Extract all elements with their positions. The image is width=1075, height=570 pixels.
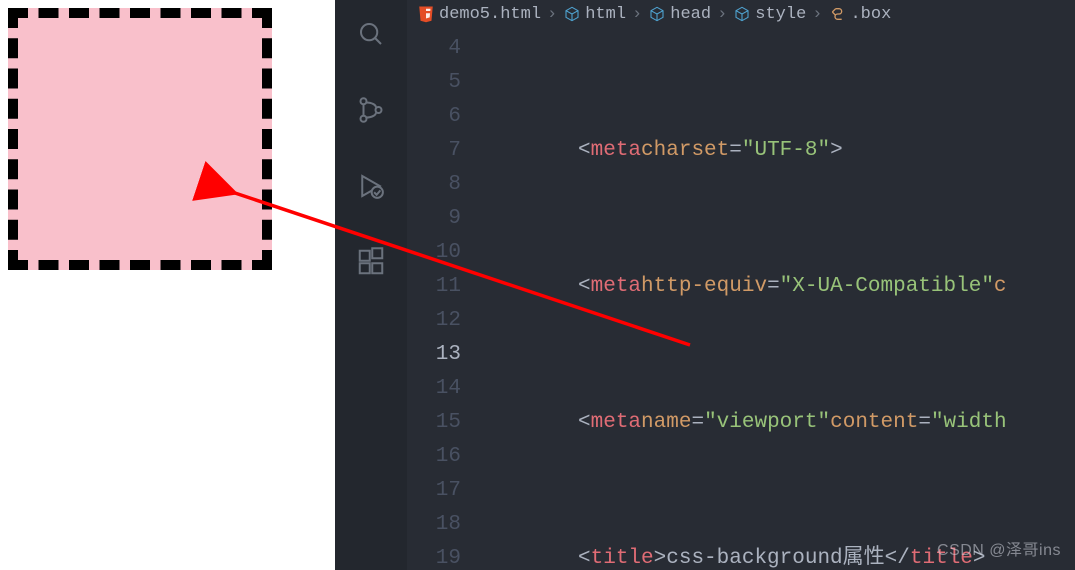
chevron-right-icon: ›: [717, 5, 727, 24]
breadcrumb-item[interactable]: .box: [850, 5, 891, 24]
line-number: 6: [407, 100, 461, 134]
line-number: 15: [407, 406, 461, 440]
line-number: 5: [407, 66, 461, 100]
line-number: 4: [407, 32, 461, 66]
code-editor[interactable]: demo5.html › html › head › style › .box …: [407, 0, 1075, 570]
debug-icon[interactable]: [355, 170, 387, 202]
chevron-right-icon: ›: [547, 5, 557, 24]
line-number-gutter: 4 5 6 7 8 9 10 11 12 13 14 15 16 17 18 1…: [407, 28, 483, 570]
line-number: 19: [407, 542, 461, 570]
rendered-box: [8, 8, 272, 270]
line-number: 17: [407, 474, 461, 508]
extensions-icon[interactable]: [355, 246, 387, 278]
source-control-icon[interactable]: [355, 94, 387, 126]
line-number: 8: [407, 168, 461, 202]
line-number: 18: [407, 508, 461, 542]
line-number: 10: [407, 236, 461, 270]
code-line[interactable]: <meta name="viewport" content="width: [483, 406, 1075, 440]
chevron-right-icon: ›: [632, 5, 642, 24]
activity-bar: [335, 0, 407, 570]
line-number: 7: [407, 134, 461, 168]
line-number: 11: [407, 270, 461, 304]
breadcrumb-file[interactable]: demo5.html: [439, 5, 541, 24]
line-number: 16: [407, 440, 461, 474]
line-number: 9: [407, 202, 461, 236]
chevron-right-icon: ›: [812, 5, 822, 24]
breadcrumb-item[interactable]: style: [755, 5, 806, 24]
search-icon[interactable]: [355, 18, 387, 50]
code-line[interactable]: <meta http-equiv="X-UA-Compatible" c: [483, 270, 1075, 304]
cube-icon: [648, 5, 666, 23]
html5-icon: [417, 5, 435, 23]
watermark-text: CSDN @泽哥ins: [937, 536, 1061, 560]
selector-icon: [828, 5, 846, 23]
cube-icon: [563, 5, 581, 23]
line-number: 14: [407, 372, 461, 406]
code-content[interactable]: <meta charset="UTF-8"> <meta http-equiv=…: [483, 28, 1075, 570]
breadcrumb-item[interactable]: head: [670, 5, 711, 24]
cube-icon: [733, 5, 751, 23]
breadcrumb-item[interactable]: html: [585, 5, 626, 24]
breadcrumb[interactable]: demo5.html › html › head › style › .box: [407, 0, 1075, 28]
browser-preview-pane: [0, 0, 335, 570]
code-line[interactable]: <meta charset="UTF-8">: [483, 134, 1075, 168]
line-number: 12: [407, 304, 461, 338]
line-number: 13: [407, 338, 461, 372]
